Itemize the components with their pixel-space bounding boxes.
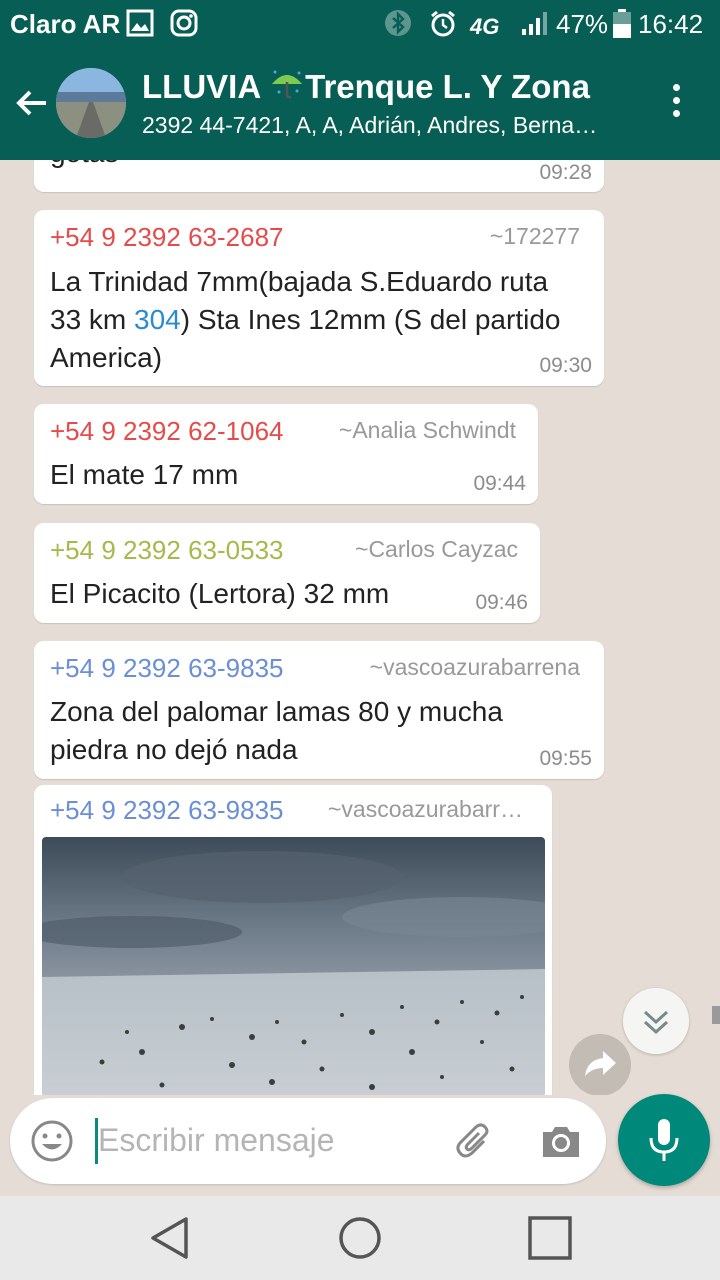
message-bubble[interactable]: gotas 09:28	[34, 160, 604, 192]
title-start: LLUVIA	[142, 68, 270, 105]
hail-covered-field-photo[interactable]	[42, 837, 545, 1095]
sender-phone[interactable]: +54 9 2392 63-9835	[50, 795, 284, 826]
signal-icon	[522, 12, 547, 35]
message-text: El Picacito (Lertora) 32 mm	[50, 578, 390, 609]
message-time: 09:30	[539, 354, 592, 377]
forward-button[interactable]	[569, 1034, 631, 1095]
bluetooth-icon	[385, 10, 411, 36]
clock: 16:42	[638, 9, 704, 39]
status-bar: Claro AR 4G 47% 16:42	[0, 0, 720, 48]
message-time: 09:44	[473, 472, 526, 495]
sender-phone[interactable]: +54 9 2392 62-1064	[50, 416, 284, 447]
message-time: 09:55	[539, 747, 592, 770]
message-input-bar[interactable]: Escribir mensaje	[10, 1098, 606, 1184]
sender-phone[interactable]: +54 9 2392 63-9835	[50, 653, 284, 684]
instagram-icon	[170, 9, 198, 37]
network-label: 4G	[470, 14, 500, 39]
battery-icon	[613, 9, 631, 38]
camera-icon[interactable]	[540, 1121, 582, 1161]
message-text: La Trinidad 7mm(bajada S.Eduardo ruta 33…	[50, 263, 570, 377]
message-text: gotas	[50, 160, 119, 172]
sender-alias: ~vascoazurabarr…	[328, 796, 523, 822]
back-nav-icon[interactable]	[144, 1212, 196, 1264]
message-text: El mate 17 mm	[50, 459, 239, 490]
message-input[interactable]: Escribir mensaje	[98, 1122, 335, 1159]
sender-alias: ~vascoazurabarrena	[369, 654, 580, 680]
forward-icon	[585, 1051, 616, 1076]
system-nav-bar	[0, 1196, 720, 1280]
message-bubble[interactable]: +54 9 2392 63-9835 ~vascoazurabarrena Zo…	[34, 641, 604, 779]
more-vert-icon[interactable]	[664, 84, 688, 124]
battery-percent: 47%	[556, 9, 609, 39]
message-text: Zona del palomar lamas 80 y mucha piedra…	[50, 696, 503, 765]
message-time: 09:46	[475, 591, 528, 614]
umbrella-rain-emoji	[272, 70, 303, 99]
scroll-down-icon	[643, 1010, 669, 1035]
message-bubble[interactable]: +54 9 2392 63-9835 ~vascoazurabarr…	[34, 785, 552, 1095]
chat-header: LLUVIA Trenque L. Y Zona 2392 44-7421, A…	[0, 48, 720, 160]
sender-alias: ~Carlos Cayzac	[355, 536, 518, 562]
home-nav-icon[interactable]	[334, 1212, 386, 1264]
alarm-icon	[431, 10, 455, 37]
message-bubble[interactable]: +54 9 2392 63-0533 ~Carlos Cayzac El Pic…	[34, 523, 540, 623]
message-time: 09:28	[539, 161, 592, 184]
back-arrow-icon[interactable]	[12, 83, 52, 123]
emoji-icon[interactable]	[30, 1119, 74, 1163]
group-members[interactable]: 2392 44-7421, A, A, Adrián, Andres, Bern…	[142, 112, 642, 139]
title-end: Trenque L. Y Zona	[305, 68, 590, 105]
group-avatar[interactable]	[56, 68, 126, 138]
sender-alias: ~Analia Schwindt	[338, 417, 516, 443]
sender-phone[interactable]: +54 9 2392 63-2687	[50, 222, 284, 253]
attach-icon[interactable]	[452, 1119, 496, 1163]
scroll-down-button[interactable]	[623, 988, 689, 1054]
recents-nav-icon[interactable]	[524, 1212, 576, 1264]
message-bubble[interactable]: +54 9 2392 63-2687 ~172277 La Trinidad 7…	[34, 210, 604, 386]
sender-phone[interactable]: +54 9 2392 63-0533	[50, 535, 284, 566]
group-title[interactable]: LLUVIA Trenque L. Y Zona	[142, 68, 590, 106]
message-bubble[interactable]: +54 9 2392 62-1064 ~Analia Schwindt El m…	[34, 404, 538, 504]
mic-button[interactable]	[618, 1094, 710, 1186]
chat-area[interactable]: gotas 09:28 +54 9 2392 63-2687 ~172277 L…	[0, 160, 720, 1095]
gallery-icon	[126, 9, 154, 37]
mic-icon	[649, 1119, 679, 1161]
phone-link[interactable]: 304	[134, 304, 181, 335]
scrollbar-thumb[interactable]	[712, 1006, 720, 1024]
carrier-label: Claro AR	[10, 9, 121, 39]
sender-alias: ~172277	[489, 223, 580, 249]
